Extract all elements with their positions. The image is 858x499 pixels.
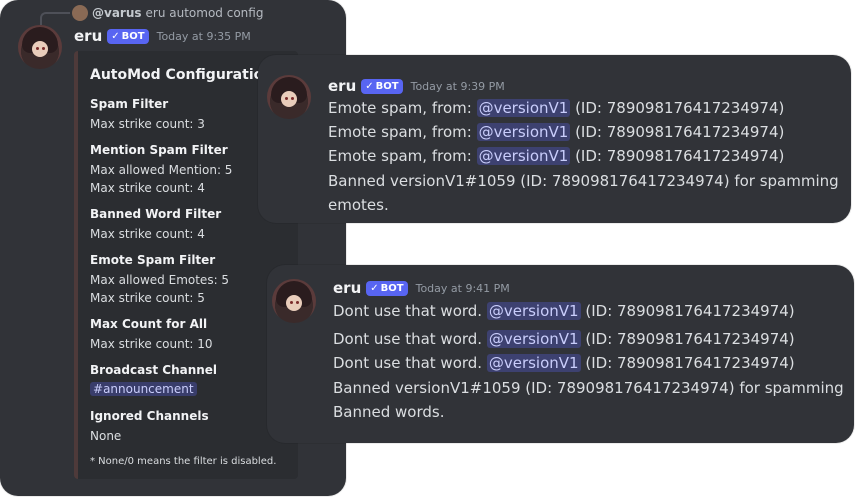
- user-mention[interactable]: @versionV1: [476, 99, 571, 117]
- channel-mention[interactable]: #announcement: [90, 382, 197, 396]
- user-mention[interactable]: @versionV1: [486, 302, 581, 320]
- field-value: Max allowed Mention: 5: [90, 163, 233, 177]
- reply-avatar[interactable]: [72, 5, 88, 21]
- message-line: Emote spam, from: @versionV1 (ID: 789098…: [328, 99, 785, 117]
- check-icon: ✓: [365, 80, 374, 92]
- reply-preview[interactable]: @varus eru automod config: [72, 5, 263, 21]
- field-value: Max strike count: 5: [90, 291, 205, 305]
- username[interactable]: eru: [74, 27, 102, 45]
- message-header: eru ✓ BOT Today at 9:35 PM: [74, 27, 251, 45]
- field-value: Max strike count: 10: [90, 337, 213, 351]
- ban-line: Banned versionV1#1059 (ID: 7890981764172…: [328, 172, 839, 190]
- user-mention[interactable]: @versionV1: [486, 354, 581, 372]
- message-line: Emote spam, from: @versionV1 (ID: 789098…: [328, 123, 785, 141]
- field-value: #announcement: [90, 382, 197, 396]
- bot-badge: ✓ BOT: [361, 78, 403, 94]
- ban-line: Banned words.: [333, 403, 445, 421]
- username[interactable]: eru: [333, 279, 361, 297]
- field-value: Max allowed Emotes: 5: [90, 273, 230, 287]
- check-icon: ✓: [370, 282, 379, 294]
- user-mention[interactable]: @versionV1: [476, 123, 571, 141]
- timestamp: Today at 9:41 PM: [415, 281, 510, 295]
- field-value: Max strike count: 3: [90, 117, 205, 131]
- bot-badge: ✓ BOT: [366, 280, 408, 296]
- reply-username[interactable]: @varus: [92, 6, 142, 20]
- avatar[interactable]: [18, 25, 62, 69]
- check-icon: ✓: [111, 30, 120, 42]
- field-value: Max strike count: 4: [90, 181, 205, 195]
- field-name: Mention Spam Filter: [90, 143, 228, 157]
- user-mention[interactable]: @versionV1: [476, 147, 571, 165]
- field-name: Emote Spam Filter: [90, 253, 216, 267]
- avatar[interactable]: [267, 75, 311, 119]
- username[interactable]: eru: [328, 77, 356, 95]
- message-line: Dont use that word. @versionV1 (ID: 7890…: [333, 330, 795, 348]
- reply-text[interactable]: eru automod config: [146, 6, 264, 20]
- timestamp: Today at 9:35 PM: [156, 29, 251, 43]
- message-line: Dont use that word. @versionV1 (ID: 7890…: [333, 302, 795, 320]
- field-name: Spam Filter: [90, 97, 169, 111]
- field-name: Max Count for All: [90, 317, 208, 331]
- message-header: eru ✓ BOT Today at 9:41 PM: [333, 279, 510, 297]
- ban-line: emotes.: [328, 196, 389, 214]
- embed-title: AutoMod Configuration: [90, 67, 274, 83]
- avatar[interactable]: [272, 279, 316, 323]
- reply-connector: [40, 12, 70, 25]
- field-value: None: [90, 429, 122, 443]
- bot-badge: ✓ BOT: [107, 28, 149, 44]
- field-name: Banned Word Filter: [90, 207, 222, 221]
- message-line: Emote spam, from: @versionV1 (ID: 789098…: [328, 147, 785, 165]
- message-header: eru ✓ BOT Today at 9:39 PM: [328, 77, 505, 95]
- ban-line: Banned versionV1#1059 (ID: 7890981764172…: [333, 379, 844, 397]
- field-name: Broadcast Channel: [90, 363, 218, 377]
- embed-footer: * None/0 means the filter is disabled.: [90, 456, 277, 467]
- emote-spam-message: eru ✓ BOT Today at 9:39 PM Emote spam, fr…: [258, 55, 851, 223]
- message-line: Dont use that word. @versionV1 (ID: 7890…: [333, 354, 795, 372]
- field-value: Max strike count: 4: [90, 227, 205, 241]
- banned-word-message: eru ✓ BOT Today at 9:41 PM Dont use that …: [267, 265, 854, 443]
- field-name: Ignored Channels: [90, 409, 209, 423]
- hash-icon: #: [93, 382, 104, 396]
- user-mention[interactable]: @versionV1: [486, 330, 581, 348]
- timestamp: Today at 9:39 PM: [410, 79, 505, 93]
